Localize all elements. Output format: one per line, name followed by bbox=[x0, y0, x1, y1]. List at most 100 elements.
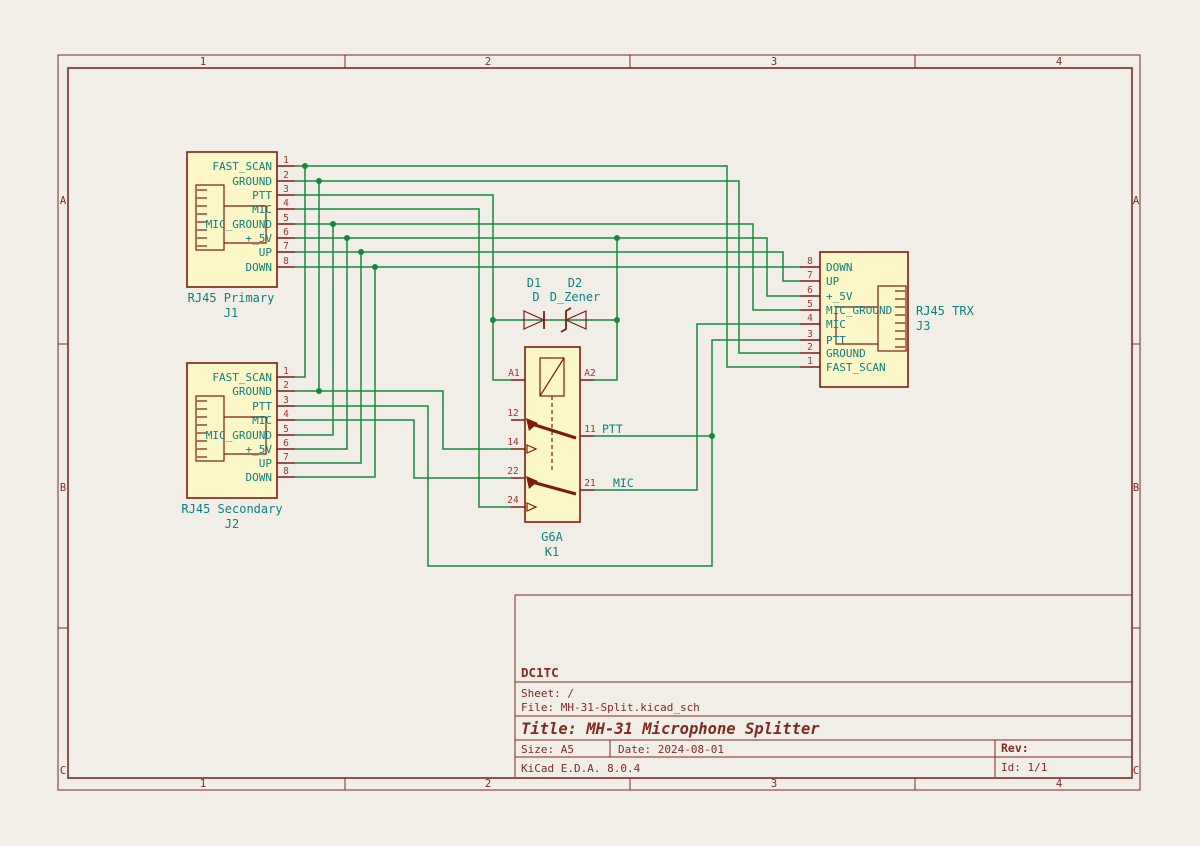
j3-pin-number: 7 bbox=[807, 270, 813, 281]
j3-pin-number: 3 bbox=[807, 329, 813, 340]
k1-pin-22: 22 bbox=[507, 466, 518, 477]
j2-pin-name: UP bbox=[259, 457, 273, 470]
frame-col-label: 1 bbox=[200, 56, 206, 68]
j3-reference: J3 bbox=[916, 319, 930, 333]
k1-pin-21: 21 bbox=[584, 478, 596, 489]
titleblock-id: Id: 1/1 bbox=[1001, 761, 1047, 774]
j2-pin-number: 5 bbox=[283, 424, 289, 435]
kicad-schematic-sheet: 1 2 3 4 1 2 3 4 A B C A B C DC1TC Sheet:… bbox=[0, 0, 1200, 846]
frame-col-label: 4 bbox=[1056, 778, 1062, 790]
j3-pin-number: 6 bbox=[807, 285, 813, 296]
frame-row-label: C bbox=[60, 765, 66, 777]
j2-pin-number: 3 bbox=[283, 395, 289, 406]
k1-value: G6A bbox=[541, 530, 563, 544]
titleblock-company: DC1TC bbox=[521, 665, 559, 680]
j2-pin-name: MIC bbox=[252, 414, 272, 427]
j2-pin-number: 7 bbox=[283, 452, 289, 463]
j2-pin-name: GROUND bbox=[232, 385, 272, 398]
j2-pin-number: 2 bbox=[283, 380, 289, 391]
j1-pin-number: 5 bbox=[283, 213, 289, 224]
wire-mic-common bbox=[594, 324, 800, 490]
j1-pin-number: 3 bbox=[283, 184, 289, 195]
j1-pin-number: 7 bbox=[283, 241, 289, 252]
j2-pin-name: MIC_GROUND bbox=[206, 429, 272, 442]
titleblock-size: Size: A5 bbox=[521, 743, 574, 756]
j3-pin-name: MIC bbox=[826, 318, 846, 331]
j1-pin-name: +_5V bbox=[246, 232, 273, 245]
k1-pin-a1: A1 bbox=[508, 368, 520, 379]
j1-pin-name: PTT bbox=[252, 189, 272, 202]
k1-pin-11: 11 bbox=[584, 424, 596, 435]
frame-row-label: A bbox=[60, 195, 67, 207]
j3-pin-name: FAST_SCAN bbox=[826, 361, 886, 374]
wire-5v-j2 bbox=[295, 238, 347, 449]
titleblock-tool: KiCad E.D.A. 8.0.4 bbox=[521, 762, 641, 775]
j1-pin-number: 2 bbox=[283, 170, 289, 181]
j3-pin-number: 2 bbox=[807, 342, 813, 353]
j2-pin-name: PTT bbox=[252, 400, 272, 413]
frame-row-label: B bbox=[1133, 482, 1139, 494]
diode-d2-zener[interactable]: D2 D_Zener bbox=[550, 276, 601, 332]
diode-d1[interactable]: D1 D bbox=[524, 276, 544, 329]
k1-pin-12: 12 bbox=[507, 408, 518, 419]
frame-col-label: 2 bbox=[485, 778, 491, 790]
connector-j2[interactable]: 1 2 3 4 5 6 7 8 FAST_SCAN GROUND PTT MIC… bbox=[181, 363, 295, 531]
k1-pin-14: 14 bbox=[507, 437, 519, 448]
d1-reference: D1 bbox=[527, 276, 541, 290]
j1-pin-name: MIC_GROUND bbox=[206, 218, 272, 231]
j2-pin-name: DOWN bbox=[246, 471, 273, 484]
j3-pin-number: 4 bbox=[807, 313, 813, 324]
frame-row-label: A bbox=[1133, 195, 1140, 207]
j3-pin-name: UP bbox=[826, 275, 840, 288]
j2-value: RJ45 Secondary bbox=[181, 502, 282, 516]
d2-reference: D2 bbox=[568, 276, 582, 290]
j2-reference: J2 bbox=[225, 517, 239, 531]
j2-pin-name: FAST_SCAN bbox=[212, 371, 272, 384]
j2-pin-number: 4 bbox=[283, 409, 289, 420]
j2-pin-number: 6 bbox=[283, 438, 289, 449]
frame-row-label: C bbox=[1133, 765, 1139, 777]
titleblock-sheet: Sheet: / bbox=[521, 687, 574, 700]
j3-pin-name: PTT bbox=[826, 334, 846, 347]
connector-j3[interactable]: 8 7 6 5 4 3 2 1 DOWN UP +_5V MIC_GROUND … bbox=[800, 252, 975, 387]
mic-net-label: MIC bbox=[613, 476, 634, 490]
j1-pin-name: DOWN bbox=[246, 261, 273, 274]
j1-pin-number: 1 bbox=[283, 155, 289, 166]
j3-pin-number: 5 bbox=[807, 299, 813, 310]
wire-fast-scan-j2 bbox=[295, 166, 305, 377]
schematic-canvas[interactable]: 1 2 3 4 1 2 3 4 A B C A B C DC1TC Sheet:… bbox=[0, 0, 1200, 846]
j3-pin-name: DOWN bbox=[826, 261, 853, 274]
j3-value: RJ45 TRX bbox=[916, 304, 975, 318]
relay-k1[interactable]: A1 A2 12 14 22 24 11 21 PTT MIC G6A K1 bbox=[507, 347, 634, 559]
j1-value: RJ45 Primary bbox=[188, 291, 275, 305]
j1-pin-name: UP bbox=[259, 246, 273, 259]
connector-j1[interactable]: 1 2 3 4 5 6 7 8 FAST_SCAN GROUND PTT MIC… bbox=[187, 152, 295, 320]
j3-pin-number: 1 bbox=[807, 356, 813, 367]
j2-pin-number: 8 bbox=[283, 466, 289, 477]
wire-coil-a2 bbox=[594, 238, 617, 380]
titleblock-rev: Rev: bbox=[1001, 741, 1029, 755]
titleblock-date: Date: 2024-08-01 bbox=[618, 743, 724, 756]
wire-ptt-secondary bbox=[295, 406, 712, 566]
frame-col-label: 4 bbox=[1056, 56, 1062, 68]
j1-pin-name: FAST_SCAN bbox=[212, 160, 272, 173]
j3-pin-name: GROUND bbox=[826, 347, 866, 360]
wire-down-j2 bbox=[295, 267, 375, 477]
titleblock-file: File: MH-31-Split.kicad_sch bbox=[521, 701, 700, 714]
j3-pin-name: MIC_GROUND bbox=[826, 304, 892, 317]
k1-reference: K1 bbox=[545, 545, 559, 559]
j3-pin-number: 8 bbox=[807, 256, 813, 267]
j1-pin-name: GROUND bbox=[232, 175, 272, 188]
j1-pin-name: MIC bbox=[252, 203, 272, 216]
j1-pin-number: 8 bbox=[283, 256, 289, 267]
frame-col-label: 2 bbox=[485, 56, 491, 68]
frame-row-label: B bbox=[60, 482, 66, 494]
d2-value: D_Zener bbox=[550, 290, 601, 304]
j2-pin-number: 1 bbox=[283, 366, 289, 377]
ptt-net-label: PTT bbox=[602, 422, 623, 436]
k1-pin-24: 24 bbox=[507, 495, 519, 506]
frame-col-label: 3 bbox=[771, 778, 777, 790]
frame-col-label: 3 bbox=[771, 56, 777, 68]
frame-col-label: 1 bbox=[200, 778, 206, 790]
junction-dots bbox=[302, 163, 715, 439]
